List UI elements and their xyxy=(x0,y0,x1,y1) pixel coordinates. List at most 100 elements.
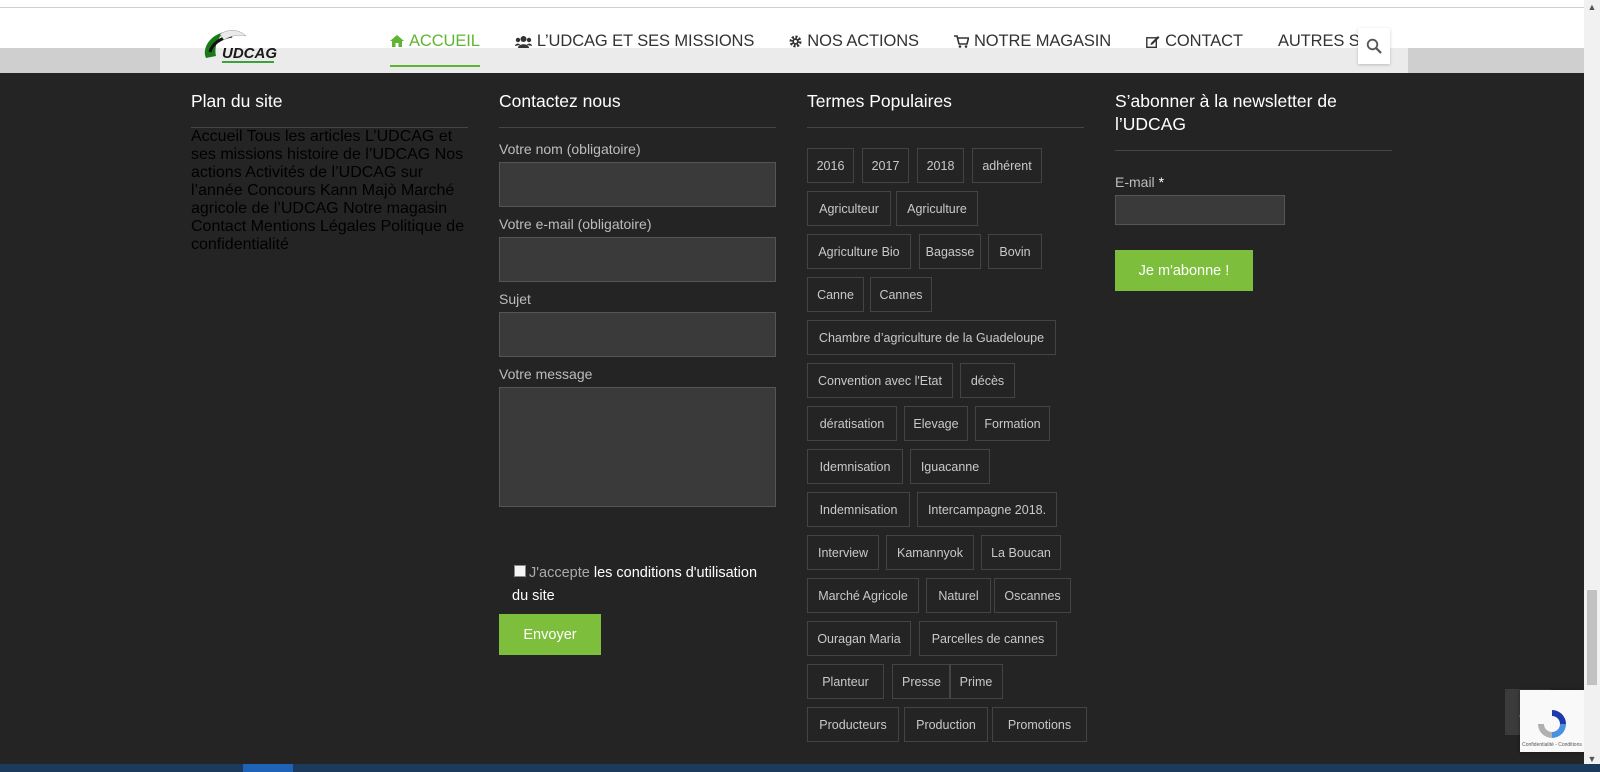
tag-canne[interactable]: Canne xyxy=(807,277,864,312)
tag-bagasse[interactable]: Bagasse xyxy=(919,234,981,269)
tag-marche-agricole[interactable]: Marché Agricole xyxy=(807,578,919,613)
tag-oscannes[interactable]: Oscannes xyxy=(994,578,1071,613)
nav-contact[interactable]: CONTACT xyxy=(1146,28,1243,54)
tags-divider xyxy=(807,127,1084,128)
recaptcha-icon xyxy=(1538,710,1566,738)
tag-producteurs[interactable]: Producteurs xyxy=(807,707,899,742)
tags-column: Termes Populaires 2016 2017 2018 adhéren… xyxy=(807,90,1087,742)
header-side-left xyxy=(0,48,160,73)
message-textarea[interactable] xyxy=(499,387,776,507)
users-icon xyxy=(514,35,532,48)
search-icon xyxy=(1366,38,1382,54)
nav-accueil[interactable]: ACCUEIL xyxy=(390,28,480,67)
tag-kamannyok[interactable]: Kamannyok xyxy=(886,535,974,570)
subscribe-button[interactable]: Je m'abonne ! xyxy=(1115,250,1253,291)
tag-deces[interactable]: décès xyxy=(960,363,1015,398)
tags-title: Termes Populaires xyxy=(807,91,952,111)
os-taskbar xyxy=(0,764,1600,772)
tag-chambre-agriculture[interactable]: Chambre d’agriculture de la Guadeloupe xyxy=(807,320,1056,355)
sitemap-link-magasin[interactable]: Notre magasin xyxy=(343,200,447,217)
tag-promotions[interactable]: Promotions xyxy=(992,707,1087,742)
tag-interview[interactable]: Interview xyxy=(807,535,879,570)
edit-icon xyxy=(1146,35,1160,48)
recaptcha-text[interactable]: Confidentialité - Conditions xyxy=(1522,742,1582,748)
newsletter-column: S’abonner à la newsletter de l’UDCAG E-m… xyxy=(1115,90,1392,291)
logo-text: UDCAG xyxy=(222,45,277,62)
tag-2016[interactable]: 2016 xyxy=(807,148,854,183)
tag-idemnisation[interactable]: Idemnisation xyxy=(807,449,903,484)
tag-naturel[interactable]: Naturel xyxy=(926,578,991,613)
tag-prime[interactable]: Prime xyxy=(949,664,1003,699)
tag-agriculteur[interactable]: Agriculteur xyxy=(807,191,891,226)
nav-magasin-label: NOTRE MAGASIN xyxy=(973,31,1112,50)
tag-agriculture[interactable]: Agriculture xyxy=(896,191,978,226)
tag-cannes[interactable]: Cannes xyxy=(870,277,932,312)
nav-contact-label: CONTACT xyxy=(1165,31,1243,50)
nav-magasin[interactable]: NOTRE MAGASIN xyxy=(953,28,1112,54)
sitemap-link-histoire[interactable]: histoire de l’UDCAG xyxy=(287,146,430,163)
tag-indemnisation[interactable]: Indemnisation xyxy=(807,492,910,527)
sitemap-link-accueil[interactable]: Accueil xyxy=(191,128,243,145)
newsletter-email-label-text: E-mail xyxy=(1115,174,1155,190)
tag-ouragan-maria[interactable]: Ouragan Maria xyxy=(807,621,911,656)
tag-adherent[interactable]: adhérent xyxy=(972,148,1042,183)
tag-elevage[interactable]: Elevage xyxy=(904,406,968,441)
main-nav: ACCUEIL L’UDCAG ET SES MISSIONS NOS ACTI… xyxy=(390,28,1422,67)
tag-presse[interactable]: Presse xyxy=(892,664,951,699)
home-icon xyxy=(390,35,404,47)
tag-2018[interactable]: 2018 xyxy=(917,148,964,183)
newsletter-divider xyxy=(1115,150,1392,151)
udcag-logo[interactable]: UDCAG xyxy=(196,22,280,70)
name-input[interactable] xyxy=(499,162,776,207)
sitemap-column: Plan du site Accueil Tous les articles L… xyxy=(191,90,468,254)
tag-bovin[interactable]: Bovin xyxy=(988,234,1042,269)
nav-missions[interactable]: L’UDCAG ET SES MISSIONS xyxy=(514,28,755,54)
send-button[interactable]: Envoyer xyxy=(499,614,601,655)
browser-top-edge xyxy=(0,0,1600,8)
nav-actions[interactable]: NOS ACTIONS xyxy=(789,28,919,54)
newsletter-email-label: E-mail * xyxy=(1115,174,1164,190)
tag-convention-etat[interactable]: Convention avec l'Etat xyxy=(807,363,953,398)
accept-terms-text: J'accepte les conditions d'utilisation d… xyxy=(512,562,772,608)
search-button[interactable] xyxy=(1358,28,1390,64)
page-scrollbar[interactable]: ▲ ▼ xyxy=(1584,0,1600,772)
taskbar-active-app[interactable] xyxy=(243,764,293,772)
subject-label: Sujet xyxy=(499,291,531,307)
newsletter-email-input[interactable] xyxy=(1115,195,1285,225)
scroll-thumb[interactable] xyxy=(1587,590,1597,685)
tag-planteur[interactable]: Planteur xyxy=(807,664,884,699)
nav-missions-label: L’UDCAG ET SES MISSIONS xyxy=(536,31,755,50)
site-header: UDCAG ACCUEIL L’UDCAG ET SES MISSIONS NO… xyxy=(0,8,1584,73)
contact-column: Contactez nous Votre nom (obligatoire) V… xyxy=(499,90,776,655)
contact-divider xyxy=(499,127,776,128)
tag-parcelles-cannes[interactable]: Parcelles de cannes xyxy=(919,621,1057,656)
accept-prefix: J'accepte xyxy=(529,565,590,581)
subject-input[interactable] xyxy=(499,312,776,357)
sitemap-link-contact[interactable]: Contact xyxy=(191,218,246,235)
name-label: Votre nom (obligatoire) xyxy=(499,141,641,157)
recaptcha-badge[interactable]: Confidentialité - Conditions xyxy=(1520,690,1584,752)
nav-actions-label: NOS ACTIONS xyxy=(807,31,919,50)
sitemap-link-articles[interactable]: Tous les articles xyxy=(247,128,361,145)
tag-la-boucan[interactable]: La Boucan xyxy=(981,535,1061,570)
scroll-up-arrow[interactable]: ▲ xyxy=(1584,0,1600,14)
tag-deratisation[interactable]: dératisation xyxy=(807,406,897,441)
tag-intercampagne[interactable]: Intercampagne 2018. xyxy=(917,492,1057,527)
sitemap-link-mentions[interactable]: Mentions Légales xyxy=(251,218,376,235)
tag-2017[interactable]: 2017 xyxy=(862,148,909,183)
sitemap-title: Plan du site xyxy=(191,91,283,111)
nav-accueil-label: ACCUEIL xyxy=(409,31,480,50)
required-mark: * xyxy=(1158,174,1165,190)
tag-formation[interactable]: Formation xyxy=(975,406,1050,441)
tag-production[interactable]: Production xyxy=(904,707,988,742)
tag-agriculture-bio[interactable]: Agriculture Bio xyxy=(807,234,911,269)
sitemap-link-concours[interactable]: Concours Kann Majò xyxy=(247,182,396,199)
contact-title: Contactez nous xyxy=(499,91,621,111)
message-label: Votre message xyxy=(499,366,593,382)
cart-icon xyxy=(953,34,969,48)
email-input[interactable] xyxy=(499,237,776,282)
email-label: Votre e-mail (obligatoire) xyxy=(499,216,652,232)
newsletter-title: S’abonner à la newsletter de l’UDCAG xyxy=(1115,91,1337,134)
header-side-right xyxy=(1408,48,1584,73)
tag-iguacanne[interactable]: Iguacanne xyxy=(910,449,990,484)
